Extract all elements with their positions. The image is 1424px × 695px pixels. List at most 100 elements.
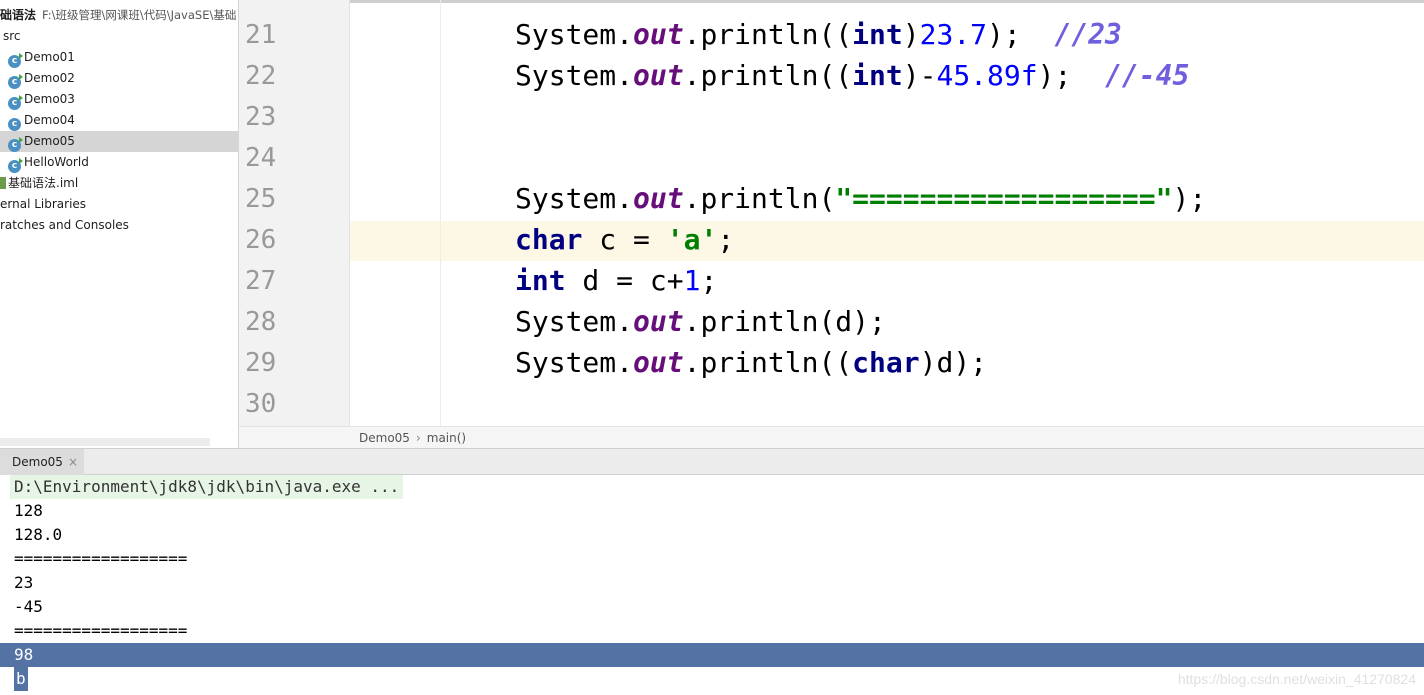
code-token-keyword: int xyxy=(852,18,903,51)
code-token: ) xyxy=(902,18,920,51)
console-output-line-selected: 98 xyxy=(0,643,1424,667)
code-token-field: out xyxy=(633,182,684,215)
tree-item-demo02[interactable]: c Demo02 xyxy=(0,68,238,89)
tree-item-demo04[interactable]: c Demo04 xyxy=(0,110,238,131)
tree-item-demo01[interactable]: c Demo01 xyxy=(0,47,238,68)
code-line-25[interactable]: System.out.println("==================")… xyxy=(515,179,1206,219)
code-line-27[interactable]: int d = c+1; xyxy=(515,261,717,301)
code-token-field: out xyxy=(633,59,684,92)
tree-item-demo05[interactable]: c Demo05 xyxy=(0,131,238,152)
run-tab-bar: Demo05 × xyxy=(0,448,1424,475)
project-panel: 础语法 F:\班级管理\网课班\代码\JavaSE\基础 src c Demo01 … xyxy=(0,0,238,448)
code-token: System. xyxy=(515,305,634,338)
java-class-icon: c xyxy=(8,158,23,173)
project-root[interactable]: 础语法 F:\班级管理\网课班\代码\JavaSE\基础 xyxy=(0,5,238,26)
line-number: 28 xyxy=(245,307,277,337)
tree-item-helloworld[interactable]: c HelloWorld xyxy=(0,152,238,173)
close-icon[interactable]: × xyxy=(68,449,78,475)
code-token: .println(( xyxy=(683,346,853,379)
module-file-icon xyxy=(0,177,6,189)
line-number: 23 xyxy=(245,102,277,132)
line-number: 29 xyxy=(245,348,277,378)
tree-item-label: ernal Libraries xyxy=(0,197,87,211)
code-token-number: 1 xyxy=(683,264,701,297)
line-number: 22 xyxy=(245,61,277,91)
tree-item-demo03[interactable]: c Demo03 xyxy=(0,89,238,110)
watermark: https://blog.csdn.net/weixin_41270824 xyxy=(1177,671,1416,687)
code-token: ; xyxy=(700,264,718,297)
tree-item-label: Demo01 xyxy=(24,50,75,64)
code-token-number: 45.89f xyxy=(936,59,1038,92)
code-token: System. xyxy=(515,59,634,92)
code-token: .println(( xyxy=(683,59,853,92)
code-token: System. xyxy=(515,182,634,215)
editor-top-border xyxy=(239,0,1424,3)
java-class-icon: c xyxy=(8,137,23,152)
java-class-icon: c xyxy=(8,53,23,68)
code-line-21[interactable]: System.out.println((int)23.7); //23 xyxy=(515,15,1122,55)
code-token: )d); xyxy=(919,346,988,379)
project-root-path: F:\班级管理\网课班\代码\JavaSE\基础 xyxy=(42,8,237,22)
src-folder-label: src xyxy=(3,29,21,43)
project-root-name: 础语法 xyxy=(0,8,37,22)
sidebar-horizontal-scrollbar[interactable] xyxy=(0,438,210,446)
breadcrumb-class[interactable]: Demo05 xyxy=(359,431,410,445)
line-number: 21 xyxy=(245,20,277,50)
code-token: ); xyxy=(1037,59,1106,92)
indent-guide xyxy=(440,0,441,426)
code-token: )- xyxy=(902,59,937,92)
caret-row-highlight xyxy=(350,221,1424,261)
code-token: .println( xyxy=(683,182,836,215)
run-tab-label: Demo05 xyxy=(12,455,63,469)
tree-item-label: Demo02 xyxy=(24,71,75,85)
tree-item-label: Demo04 xyxy=(24,113,75,127)
console-output-line: 23 xyxy=(14,573,34,592)
tree-item-label: ratches and Consoles xyxy=(0,218,129,232)
console-command-line: D:\Environment\jdk8\jdk\bin\java.exe ... xyxy=(10,475,404,499)
code-token: System. xyxy=(515,18,634,51)
code-token-string: "==================" xyxy=(835,182,1173,215)
line-number: 27 xyxy=(245,266,277,296)
console-output-line: ================== xyxy=(14,621,188,640)
code-token: .println(d); xyxy=(683,305,886,338)
line-number: 24 xyxy=(245,143,277,173)
gutter-border xyxy=(349,0,350,426)
run-console[interactable]: D:\Environment\jdk8\jdk\bin\java.exe ...… xyxy=(0,475,1424,695)
code-token: d = c+ xyxy=(565,264,684,297)
code-token: ); xyxy=(987,18,1055,51)
tree-item-label: HelloWorld xyxy=(24,155,89,169)
code-token: ; xyxy=(717,223,735,256)
src-folder[interactable]: src xyxy=(0,26,238,47)
run-tab-demo05[interactable]: Demo05 × xyxy=(0,449,84,475)
tree-item-scratches[interactable]: ratches and Consoles xyxy=(0,215,238,236)
code-token-keyword: int xyxy=(852,59,903,92)
code-editor[interactable]: 21 22 23 24 25 26 27 28 29 30 System.out… xyxy=(239,0,1424,426)
line-number: 25 xyxy=(245,184,277,214)
console-output-line: 128.0 xyxy=(14,525,63,544)
java-class-icon: c xyxy=(8,118,21,131)
code-token: c = xyxy=(582,223,667,256)
console-output-line: ================== xyxy=(14,549,188,568)
code-token-number: 23.7 xyxy=(919,18,988,51)
java-class-icon: c xyxy=(8,74,23,89)
breadcrumb-method[interactable]: main() xyxy=(427,431,466,445)
tree-item-iml[interactable]: 基础语法.iml xyxy=(0,173,238,194)
tree-item-label: 基础语法.iml xyxy=(8,176,79,190)
console-output-line: 128 xyxy=(14,501,43,520)
code-token-string: 'a' xyxy=(666,223,718,256)
code-line-29[interactable]: System.out.println((char)d); xyxy=(515,343,987,383)
console-output-line-selected: b xyxy=(14,667,28,691)
code-token: .println(( xyxy=(683,18,853,51)
code-comment: //23 xyxy=(1054,18,1122,51)
code-line-22[interactable]: System.out.println((int)-45.89f); //-45 xyxy=(515,56,1189,96)
tree-item-external-libraries[interactable]: ernal Libraries xyxy=(0,194,238,215)
code-token-keyword: char xyxy=(515,223,583,256)
code-line-26[interactable]: char c = 'a'; xyxy=(515,220,734,260)
breadcrumb-chevron-icon: › xyxy=(415,431,421,445)
code-line-28[interactable]: System.out.println(d); xyxy=(515,302,886,342)
editor-breadcrumb: Demo05 › main() xyxy=(239,426,1424,449)
code-token-field: out xyxy=(633,346,684,379)
code-token: ); xyxy=(1172,182,1207,215)
line-number: 30 xyxy=(245,389,277,419)
code-token-keyword: char xyxy=(852,346,920,379)
